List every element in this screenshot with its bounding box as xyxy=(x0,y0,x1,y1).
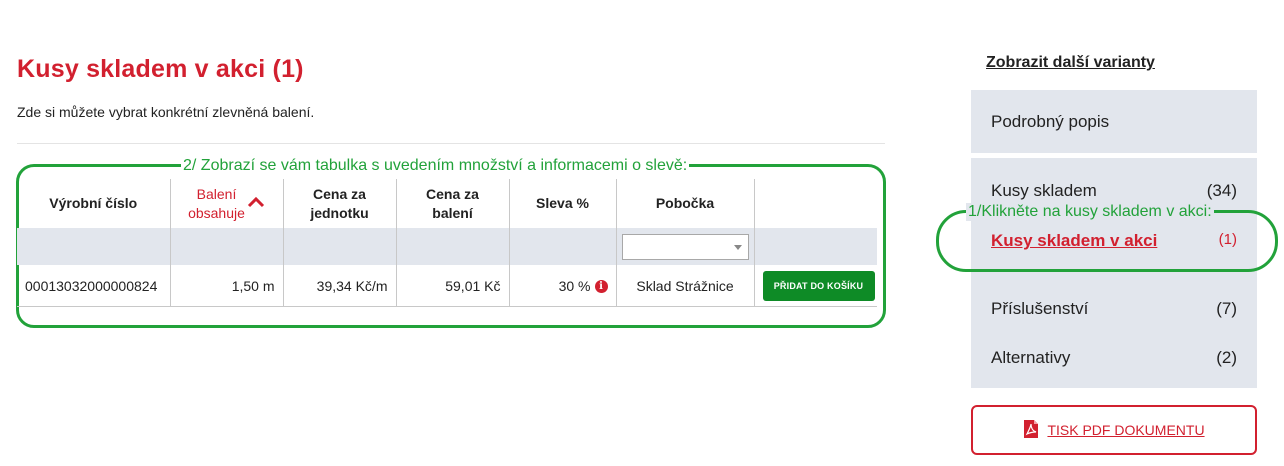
sidebar-item-accessories[interactable]: Příslušenství (7) xyxy=(991,299,1237,319)
sidebar-item-label: Kusy skladem xyxy=(991,181,1097,200)
info-icon[interactable]: i xyxy=(594,280,608,294)
sidebar-description-panel[interactable]: Podrobný popis xyxy=(971,90,1257,153)
table-filter-row xyxy=(17,228,877,265)
sidebar-annotation-text: 1/Klikněte na kusy skladem v akci: xyxy=(966,203,1214,221)
chevron-down-icon xyxy=(733,244,742,250)
add-to-cart-button[interactable]: PŘIDAT DO KOŠÍKU xyxy=(762,270,875,301)
table-row: 00013032000000824 1,50 m 39,34 Kč/m 59,0… xyxy=(17,265,877,307)
branch-filter-select[interactable] xyxy=(621,233,749,260)
sidebar-menu-panel: Kusy skladem (34) Kusy skladem v akci (1… xyxy=(971,158,1257,388)
col-header-action xyxy=(753,179,877,228)
col-header-serial[interactable]: Výrobní číslo xyxy=(17,179,170,228)
table-header-row: Výrobní číslo Balení obsahuje Cena za jed… xyxy=(17,179,877,228)
sidebar-item-count: (34) xyxy=(1206,181,1237,200)
sort-ascending-icon[interactable] xyxy=(247,194,265,213)
col-header-branch[interactable]: Pobočka xyxy=(615,179,754,228)
sidebar-item-label: Příslušenství xyxy=(991,299,1089,318)
sidebar-item-label: Alternativy xyxy=(991,348,1071,367)
cell-serial: 00013032000000824 xyxy=(17,265,170,307)
sidebar-item-count: (7) xyxy=(1216,299,1237,318)
table-annotation-text: 2/ Zobrazí se vám tabulka s uvedením mno… xyxy=(181,157,690,175)
cell-action: PŘIDAT DO KOŠÍKU xyxy=(753,265,877,307)
col-header-pack-price[interactable]: Cena za balení xyxy=(395,179,509,228)
col-header-package-line1: Balení xyxy=(196,185,237,202)
cell-pack-price: 59,01 Kč xyxy=(395,265,509,307)
sidebar-item-count: (2) xyxy=(1216,348,1237,367)
col-header-package[interactable]: Balení obsahuje xyxy=(169,179,283,228)
page-title: Kusy skladem v akci (1) xyxy=(17,55,304,83)
cell-unit-price: 39,34 Kč/m xyxy=(282,265,396,307)
discount-value: 30 % xyxy=(558,277,591,294)
sidebar-item-description[interactable]: Podrobný popis xyxy=(991,112,1237,132)
col-header-package-line2: obsahuje xyxy=(188,204,245,221)
print-pdf-button[interactable]: TISK PDF DOKUMENTU xyxy=(971,405,1257,455)
discounted-stock-table: Výrobní číslo Balení obsahuje Cena za jed… xyxy=(17,179,877,307)
divider xyxy=(17,143,885,144)
col-header-discount[interactable]: Sleva % xyxy=(508,179,616,228)
sidebar-item-stock[interactable]: Kusy skladem (34) xyxy=(991,181,1237,201)
print-pdf-label: TISK PDF DOKUMENTU xyxy=(1047,422,1205,438)
pdf-icon xyxy=(1023,419,1039,442)
cell-discount: 30 % i xyxy=(508,265,616,307)
show-more-variants-link[interactable]: Zobrazit další varianty xyxy=(986,54,1155,72)
cell-package: 1,50 m xyxy=(169,265,283,307)
col-header-unit-price[interactable]: Cena za jednotku xyxy=(282,179,396,228)
cell-branch: Sklad Strážnice xyxy=(615,265,754,307)
page-subtitle: Zde si můžete vybrat konkrétní zlevněná … xyxy=(17,104,315,120)
sidebar-item-alternatives[interactable]: Alternativy (2) xyxy=(991,348,1237,368)
